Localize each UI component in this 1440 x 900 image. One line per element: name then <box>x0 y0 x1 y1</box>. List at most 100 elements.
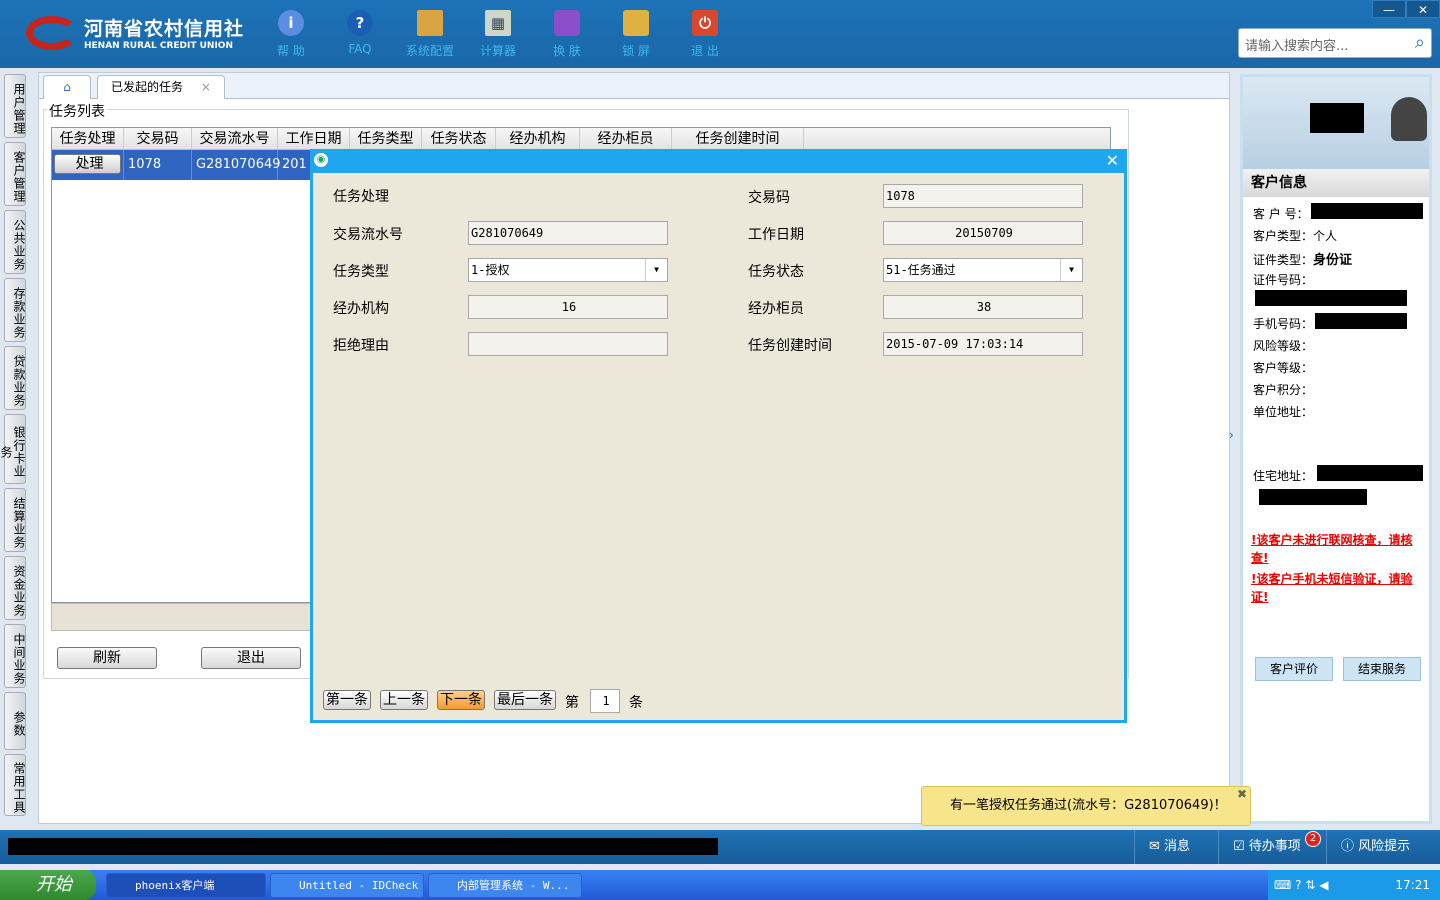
risk-alert-button[interactable]: ⓘ 风险提示 <box>1326 830 1440 864</box>
process-button[interactable]: 处理 <box>54 154 121 174</box>
teller-field[interactable]: 38 <box>883 295 1083 319</box>
refresh-button[interactable]: 刷新 <box>57 647 157 669</box>
exit-list-button[interactable]: 退出 <box>201 647 301 669</box>
customer-id-row: 客 户 号： <box>1253 205 1309 222</box>
page-input[interactable]: 1 <box>590 689 620 713</box>
search-input[interactable]: 请输入搜索内容... ⌕ <box>1238 28 1432 58</box>
question-icon: ? <box>347 10 373 36</box>
value: 个人 <box>1313 229 1338 243</box>
serial-label: 交易流水号 <box>333 227 403 243</box>
tab-initiated-tasks[interactable]: 已发起的任务 × <box>97 75 225 99</box>
nav-customer-mgmt[interactable]: 客户管理 <box>4 142 26 206</box>
rate-customer-button[interactable]: 客户评价 <box>1255 657 1333 681</box>
sms-verify-warning-link[interactable]: !该客户手机未短信验证，请验证! <box>1251 570 1429 606</box>
start-button[interactable]: 开始 <box>0 870 96 900</box>
minimize-button[interactable]: — <box>1372 0 1406 18</box>
close-window-button[interactable]: ✕ <box>1406 0 1440 18</box>
label: 待办事项 <box>1248 839 1301 854</box>
taskbar-ie[interactable]: 内部管理系统 - W... <box>428 873 582 898</box>
section-label: 任务处理 <box>333 189 389 205</box>
created-label: 任务创建时间 <box>748 338 832 354</box>
col-header[interactable]: 交易流水号 <box>192 128 278 149</box>
exit-button[interactable]: ⏻ 退 出 <box>680 10 730 59</box>
calculator-button[interactable]: ▦ 计算器 <box>473 10 523 59</box>
col-header[interactable]: 任务创建时间 <box>672 128 804 149</box>
type-select[interactable]: 1-授权 ▼ <box>468 258 668 282</box>
code-field[interactable]: 1078 <box>883 184 1083 208</box>
reason-field[interactable] <box>468 332 668 356</box>
teller-label: 经办柜员 <box>748 301 804 317</box>
prev-record-button[interactable]: 上一条 <box>380 690 428 710</box>
customer-level-label: 客户等级： <box>1253 361 1314 375</box>
redacted-status <box>8 838 718 855</box>
chevron-down-icon[interactable]: ▼ <box>1060 259 1082 281</box>
created-field[interactable]: 2015-07-09 17:03:14 <box>883 332 1083 356</box>
cell-code: 1078 <box>124 150 192 180</box>
first-record-button[interactable]: 第一条 <box>323 690 371 710</box>
settings-button[interactable]: 系统配置 <box>400 10 460 59</box>
dialog-close-button[interactable]: ✕ <box>1106 151 1119 170</box>
col-header[interactable]: 任务处理 <box>52 128 124 149</box>
faq-button[interactable]: ? FAQ <box>335 10 385 56</box>
home-tab[interactable]: ⌂ <box>43 75 91 99</box>
notification-toast: 有一笔授权任务通过(流水号：G281070649)！ ✖ <box>921 786 1251 826</box>
phone-row: 手机号码： <box>1253 315 1313 332</box>
work-address-label: 单位地址： <box>1253 405 1314 419</box>
keyboard-icon[interactable]: ⌨ ? ⇅ ◀ <box>1274 878 1328 892</box>
nav-deposit[interactable]: 存款业务 <box>4 278 26 342</box>
search-icon[interactable]: ⌕ <box>1415 32 1425 53</box>
tool-label: 计算器 <box>479 44 516 58</box>
toast-close-icon[interactable]: ✖ <box>1237 775 1247 813</box>
label: 手机号码： <box>1253 317 1314 331</box>
col-header[interactable]: 交易码 <box>124 128 192 149</box>
help-button[interactable]: i 帮 助 <box>266 10 316 59</box>
col-header[interactable]: 经办柜员 <box>580 128 672 149</box>
col-header[interactable]: 经办机构 <box>496 128 580 149</box>
taskbar-idcheck[interactable]: Untitled - IDCheck <box>270 873 424 898</box>
org-field[interactable]: 16 <box>468 295 668 319</box>
nav-params[interactable]: 参数 <box>4 692 26 750</box>
tool-label: FAQ <box>348 42 372 56</box>
col-header[interactable]: 任务状态 <box>422 128 496 149</box>
label: 客户类型： <box>1253 229 1314 243</box>
nav-bankcard[interactable]: 银行卡业务 <box>0 414 26 484</box>
collapse-panel-handle[interactable]: › <box>1229 428 1234 442</box>
skin-button[interactable]: 换 肤 <box>542 10 592 59</box>
end-service-button[interactable]: 结束服务 <box>1343 657 1421 681</box>
toolbox-icon <box>417 10 443 36</box>
lock-icon <box>623 10 649 36</box>
date-field[interactable]: 20150709 <box>883 221 1083 245</box>
clock: 17:21 <box>1395 878 1430 892</box>
nav-tools[interactable]: 常用工具 <box>4 754 26 816</box>
taskbar-phoenix[interactable]: phoenix客户端 <box>106 873 266 898</box>
customer-info-title: 客户信息 <box>1243 169 1429 197</box>
nav-loan[interactable]: 贷款业务 <box>4 346 26 410</box>
power-icon: ⏻ <box>692 10 718 36</box>
next-record-button[interactable]: 下一条 <box>437 690 485 710</box>
nav-public-business[interactable]: 公共业务 <box>4 210 26 274</box>
last-record-button[interactable]: 最后一条 <box>494 690 556 710</box>
lock-button[interactable]: 锁 屏 <box>611 10 661 59</box>
points-label: 客户积分： <box>1253 383 1314 397</box>
dialog-titlebar[interactable]: ◉ ✕ <box>310 149 1127 173</box>
redacted <box>1315 313 1407 329</box>
nav-user-mgmt[interactable]: 用户管理 <box>4 74 26 138</box>
network-check-warning-link[interactable]: !该客户未进行联网核查，请核查! <box>1251 531 1429 567</box>
logo: 河南省农村信用社 HENAN RURAL CREDIT UNION <box>26 14 244 51</box>
col-header[interactable]: 工作日期 <box>278 128 350 149</box>
messages-button[interactable]: ✉ 消息 <box>1134 830 1214 864</box>
risk-level-label: 风险等级： <box>1253 339 1314 353</box>
home-icon: ⌂ <box>63 80 71 94</box>
status-select[interactable]: 51-任务通过 ▼ <box>883 258 1083 282</box>
home-address-label: 住宅地址： <box>1253 469 1314 483</box>
serial-field[interactable]: G281070649 <box>468 221 668 245</box>
todo-button[interactable]: ☑ 待办事项 2 <box>1218 830 1324 864</box>
nav-funds[interactable]: 资金业务 <box>4 556 26 620</box>
nav-intermediary[interactable]: 中间业务 <box>4 624 26 688</box>
chevron-down-icon[interactable]: ▼ <box>645 259 667 281</box>
tab-close-icon[interactable]: × <box>201 80 211 94</box>
col-header[interactable]: 任务类型 <box>350 128 422 149</box>
nav-settlement[interactable]: 结算业务 <box>4 488 26 552</box>
redacted <box>1259 489 1367 505</box>
value: 身份证 <box>1313 253 1353 268</box>
